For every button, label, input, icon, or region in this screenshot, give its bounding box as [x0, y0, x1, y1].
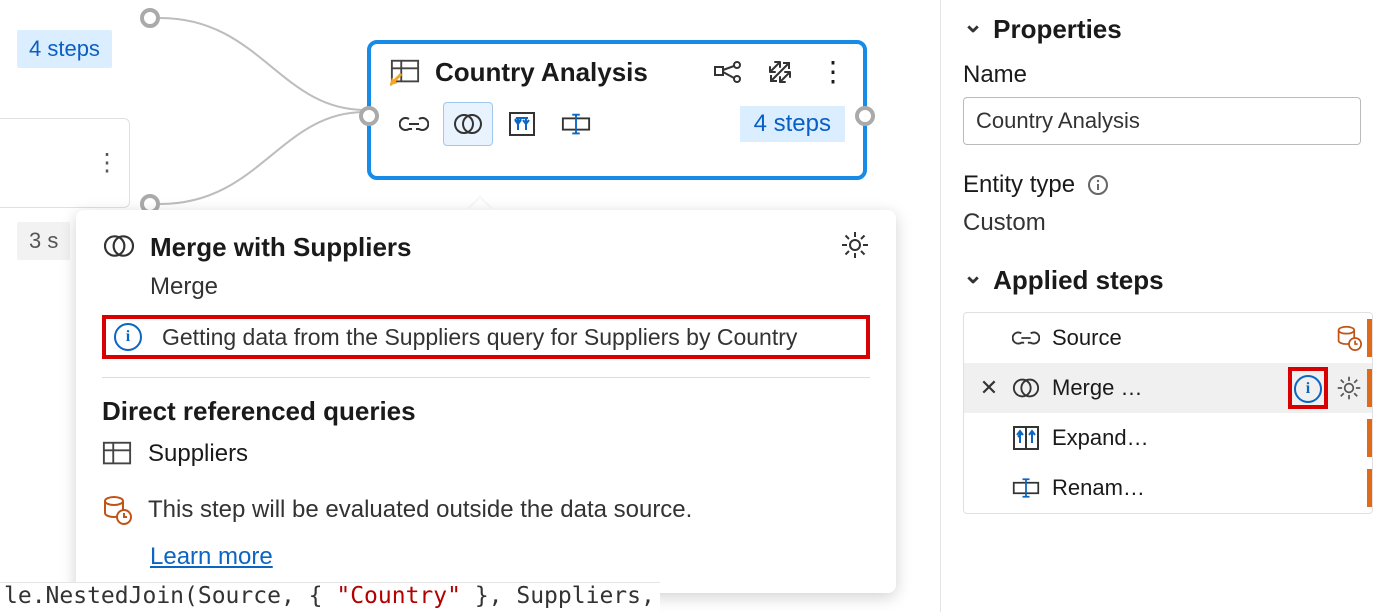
chevron-down-icon — [963, 14, 983, 45]
link-icon — [1012, 327, 1040, 349]
applied-steps-list: Source ✕ Merge … i — [963, 312, 1373, 514]
name-field-label: Name — [963, 61, 1373, 89]
step-name-label: Expand… — [1052, 425, 1362, 451]
query-table-icon — [389, 56, 421, 88]
chevron-down-icon — [963, 265, 983, 296]
step-name-label: Source — [1052, 325, 1324, 351]
source-step-icon[interactable] — [389, 102, 439, 146]
database-clock-icon — [1336, 325, 1362, 351]
popover-title: Merge with Suppliers — [102, 232, 870, 263]
entity-type-label: Entity type — [963, 171, 1373, 199]
node-port[interactable] — [359, 106, 379, 126]
entity-type-value: Custom — [963, 209, 1373, 237]
divider — [102, 377, 870, 378]
selected-query-node[interactable]: Country Analysis ⋮ 4 steps — [367, 40, 867, 180]
popover-pointer — [468, 198, 492, 210]
formula-bar[interactable]: le.NestedJoin(Source, { "Country" }, Sup… — [0, 582, 660, 612]
steps-count-badge: 4 steps — [740, 106, 845, 142]
expand-icon — [1012, 425, 1040, 451]
step-name-label: Merge … — [1052, 375, 1276, 401]
applied-steps-section-header[interactable]: Applied steps — [963, 265, 1373, 296]
merge-icon — [102, 232, 136, 260]
rename-step-icon[interactable] — [551, 102, 601, 146]
info-icon-highlight[interactable]: i — [1288, 367, 1328, 409]
delete-step-icon[interactable]: ✕ — [978, 375, 1000, 401]
folding-indicator — [1367, 469, 1372, 507]
evaluation-notice: This step will be evaluated outside the … — [102, 495, 870, 525]
gear-icon[interactable] — [1336, 375, 1362, 401]
rename-icon — [1012, 476, 1040, 500]
folding-indicator — [1367, 419, 1372, 457]
table-icon — [102, 439, 132, 469]
expand-step-icon[interactable] — [497, 102, 547, 146]
applied-step-item[interactable]: Source — [964, 313, 1372, 363]
step-type-label: Merge — [102, 273, 870, 301]
upstream-node-collapsed[interactable]: ⋮ — [0, 118, 130, 208]
query-name-input[interactable] — [963, 97, 1361, 145]
database-clock-icon — [102, 495, 132, 525]
step-name-label: Renam… — [1052, 475, 1362, 501]
applied-step-item[interactable]: Renam… — [964, 463, 1372, 513]
step-details-popover: Merge with Suppliers Merge i Getting dat… — [76, 210, 896, 593]
merge-step-icon[interactable] — [443, 102, 493, 146]
folding-indicator — [1367, 369, 1372, 407]
step-info-highlight: i Getting data from the Suppliers query … — [102, 315, 870, 359]
info-icon[interactable] — [1087, 174, 1109, 196]
referenced-queries-header: Direct referenced queries — [102, 396, 870, 427]
share-icon[interactable] — [713, 61, 741, 83]
merge-icon — [1012, 375, 1040, 401]
steps-badge: 3 s — [17, 222, 70, 260]
applied-step-item[interactable]: ✕ Merge … i — [964, 363, 1372, 413]
diagram-canvas[interactable]: 4 steps ⋮ 3 s Country Analysis ⋮ — [0, 0, 940, 612]
learn-more-link[interactable]: Learn more — [102, 543, 273, 571]
steps-badge: 4 steps — [17, 30, 112, 68]
more-vertical-icon[interactable]: ⋮ — [95, 149, 117, 178]
properties-sidebar: Properties Name Entity type Custom Appli… — [940, 0, 1395, 612]
applied-step-item[interactable]: Expand… — [964, 413, 1372, 463]
expand-fullscreen-icon[interactable] — [767, 59, 793, 85]
info-icon: i — [114, 323, 146, 351]
referenced-query-item[interactable]: Suppliers — [102, 439, 870, 469]
properties-section-header[interactable]: Properties — [963, 14, 1373, 45]
query-node-title: Country Analysis — [435, 57, 699, 88]
node-port[interactable] — [140, 8, 160, 28]
node-port[interactable] — [855, 106, 875, 126]
folding-indicator — [1367, 319, 1372, 357]
